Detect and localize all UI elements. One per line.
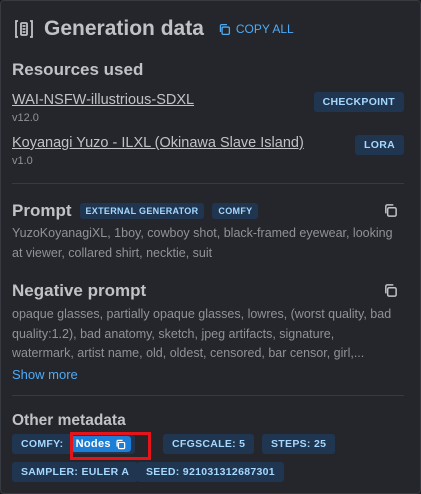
prompt-tag: COMFY (212, 203, 259, 219)
resource-version: v12.0 (12, 112, 39, 124)
resource-version: v1.0 (12, 155, 33, 167)
generation-data-panel: Generation data COPY ALL Resources used … (0, 0, 421, 494)
divider (12, 183, 404, 184)
prompt-header: Prompt EXTERNAL GENERATOR COMFY (12, 201, 259, 221)
prompt-tag: EXTERNAL GENERATOR (79, 203, 205, 219)
other-metadata-title: Other metadata (12, 412, 126, 429)
resource-type-badge: LORA (355, 135, 404, 155)
resources-title: Resources used (12, 60, 144, 79)
copy-prompt-icon[interactable] (383, 203, 398, 218)
negative-prompt-text: opaque glasses, partially opaque glasses… (12, 307, 392, 360)
comfy-label: COMFY: (21, 438, 64, 450)
resource-item: WAI-NSFW-illustrious-SDXL v12.0 CHECKPOI… (12, 92, 404, 124)
steps-chip: STEPS: 25 (262, 434, 336, 454)
resource-item: Koyanagi Yuzo - ILXL (Okinawa Slave Isla… (12, 135, 404, 167)
cfgscale-chip: CFGSCALE: 5 (163, 434, 255, 454)
show-more-link[interactable]: Show more (12, 367, 78, 382)
copy-negative-prompt-icon[interactable] (383, 283, 398, 298)
code-brackets-icon (15, 20, 33, 38)
copy-all-label: COPY ALL (235, 22, 294, 36)
copy-icon (219, 23, 230, 35)
panel-title: Generation data (44, 17, 204, 40)
negative-prompt-header: Negative prompt (12, 281, 146, 301)
prompt-text: YuzoKoyanagiXL, 1boy, cowboy shot, black… (12, 226, 393, 260)
resource-type-badge: CHECKPOINT (313, 92, 404, 112)
divider (12, 395, 404, 396)
resource-link[interactable]: Koyanagi Yuzo - ILXL (Okinawa Slave Isla… (12, 135, 404, 151)
prompt-title: Prompt (12, 201, 72, 220)
negative-prompt-title: Negative prompt (12, 281, 147, 300)
panel-header: Generation data COPY ALL (12, 15, 294, 43)
highlight-box (70, 432, 151, 460)
sampler-chip: SAMPLER: EULER A (12, 462, 139, 482)
copy-all-button[interactable]: COPY ALL (218, 22, 294, 36)
seed-chip: SEED: 921031312687301 (137, 462, 284, 482)
